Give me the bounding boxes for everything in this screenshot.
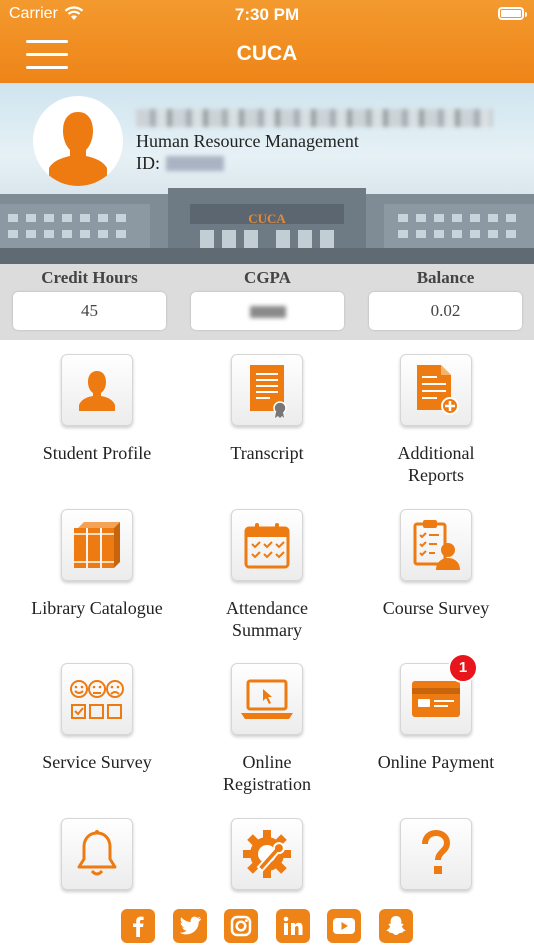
tile-online-payment[interactable]: 1 Online Payment [347, 653, 525, 773]
tile-label: Online Registration [223, 752, 311, 794]
student-name-redacted [136, 109, 492, 127]
add-document-icon [417, 365, 459, 415]
app-title: CUCA [236, 42, 298, 65]
student-id-label: ID: [136, 153, 160, 173]
department-label: Human Resource Management [136, 131, 359, 151]
cgpa-value [191, 292, 344, 330]
certificate-document-icon [250, 365, 287, 418]
avatar[interactable] [33, 96, 123, 186]
linkedin-icon[interactable] [276, 909, 310, 943]
balance-stat: Balance 0.02 [369, 264, 522, 330]
tile-service-survey[interactable]: Service Survey [8, 663, 186, 773]
tile-student-profile[interactable]: Student Profile [8, 354, 186, 464]
tile-label: Online Payment [377, 752, 495, 772]
calendar-check-icon [244, 523, 290, 569]
user-icon [79, 371, 115, 411]
student-id-redacted [166, 156, 224, 171]
balance-value: 0.02 [369, 292, 522, 330]
clipboard-user-icon [413, 520, 460, 570]
tile-online-registration[interactable]: Online Registration [178, 663, 356, 795]
user-silhouette-icon [49, 112, 107, 186]
tile-label: Attendance Summary [226, 598, 308, 640]
cgpa-stat: CGPA [191, 264, 344, 330]
tile-label: Library Catalogue [31, 598, 163, 618]
smileys-survey-icon [70, 680, 124, 719]
help-question-icon [422, 829, 451, 874]
snapchat-icon[interactable] [379, 909, 413, 943]
credit-hours-stat: Credit Hours 45 [13, 264, 166, 330]
bell-icon [77, 830, 117, 876]
tile-label: Student Profile [42, 443, 152, 463]
tile-label: Service Survey [42, 752, 152, 772]
tile-course-survey[interactable]: Course Survey [347, 509, 525, 619]
credit-hours-label: Credit Hours [41, 268, 138, 287]
youtube-icon[interactable] [327, 909, 361, 943]
instagram-icon[interactable] [224, 909, 258, 943]
status-bar: Carrier 7:30 PM [0, 0, 534, 30]
app-header: Carrier 7:30 PM CUCA [0, 0, 534, 83]
stats-bar: Credit Hours 45 CGPA Balance 0.02 [0, 264, 534, 340]
balance-label: Balance [416, 268, 475, 287]
settings-gear-wrench-icon [243, 830, 291, 878]
battery-icon [498, 7, 527, 20]
tile-attendance-summary[interactable]: Attendance Summary [178, 509, 356, 641]
twitter-icon[interactable] [173, 909, 207, 943]
laptop-icon [241, 679, 293, 719]
tile-transcript[interactable]: Transcript [178, 354, 356, 464]
cgpa-redacted [249, 306, 286, 319]
tile-label: Course Survey [382, 598, 490, 618]
books-icon [74, 522, 120, 568]
tile-notifications[interactable] [8, 818, 186, 890]
status-time: 7:30 PM [234, 5, 300, 24]
notification-badge: 1 [448, 653, 478, 683]
building-sign: CUCA [248, 211, 286, 226]
credit-hours-value: 45 [13, 292, 166, 330]
cgpa-label: CGPA [244, 268, 291, 287]
tile-label: Transcript [230, 443, 304, 463]
tile-help[interactable] [347, 818, 525, 890]
credit-card-icon [412, 681, 460, 717]
facebook-icon[interactable] [121, 909, 155, 943]
profile-banner: CUCA Human Resource Management ID: [0, 83, 534, 264]
tile-library-catalogue[interactable]: Library Catalogue [8, 509, 186, 619]
tile-additional-reports[interactable]: Additional Reports [347, 354, 525, 486]
tile-label: Additional Reports [397, 443, 475, 485]
tile-settings[interactable] [178, 818, 356, 890]
